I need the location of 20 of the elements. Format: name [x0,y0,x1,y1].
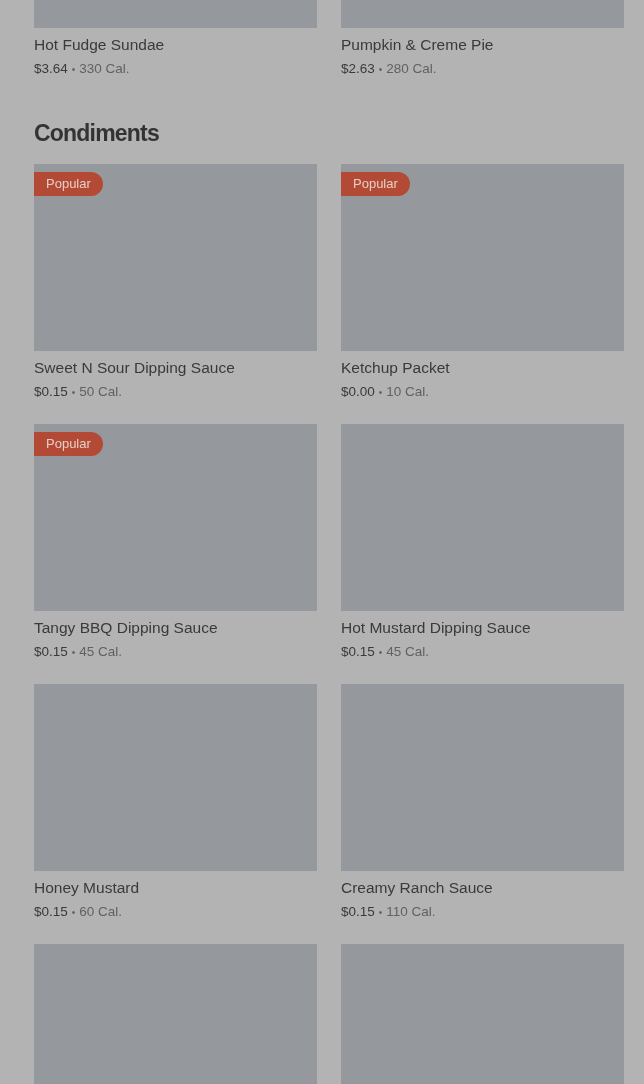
item-name: Creamy Ranch Sauce [341,878,494,898]
price-calories: $0.15 • 45 Cal. [34,643,124,661]
price-calories: $0.15 • 60 Cal. [34,903,124,921]
item-name: Hot Fudge Sundae [34,35,166,55]
popular-badge: Popular [34,172,103,196]
popular-badge: Popular [34,432,103,456]
price-calories: $2.63 • 280 Cal. [341,60,438,78]
item-name: Ketchup Packet [341,358,451,378]
item-name: Tangy BBQ Dipping Sauce [34,618,219,638]
price-calories: $0.15 • 110 Cal. [341,903,437,921]
price-calories: $3.64 • 330 Cal. [34,60,131,78]
price-calories: $0.15 • 50 Cal. [34,383,124,401]
price-calories: $0.15 • 45 Cal. [341,643,431,661]
item-name: Sweet N Sour Dipping Sauce [34,358,236,378]
popular-badge: Popular [341,172,410,196]
price-calories: $0.00 • 10 Cal. [341,383,431,401]
item-name: Honey Mustard [34,878,141,898]
item-name: Pumpkin & Creme Pie [341,35,495,55]
section-title: Condiments [34,119,160,147]
item-name: Hot Mustard Dipping Sauce [341,618,532,638]
